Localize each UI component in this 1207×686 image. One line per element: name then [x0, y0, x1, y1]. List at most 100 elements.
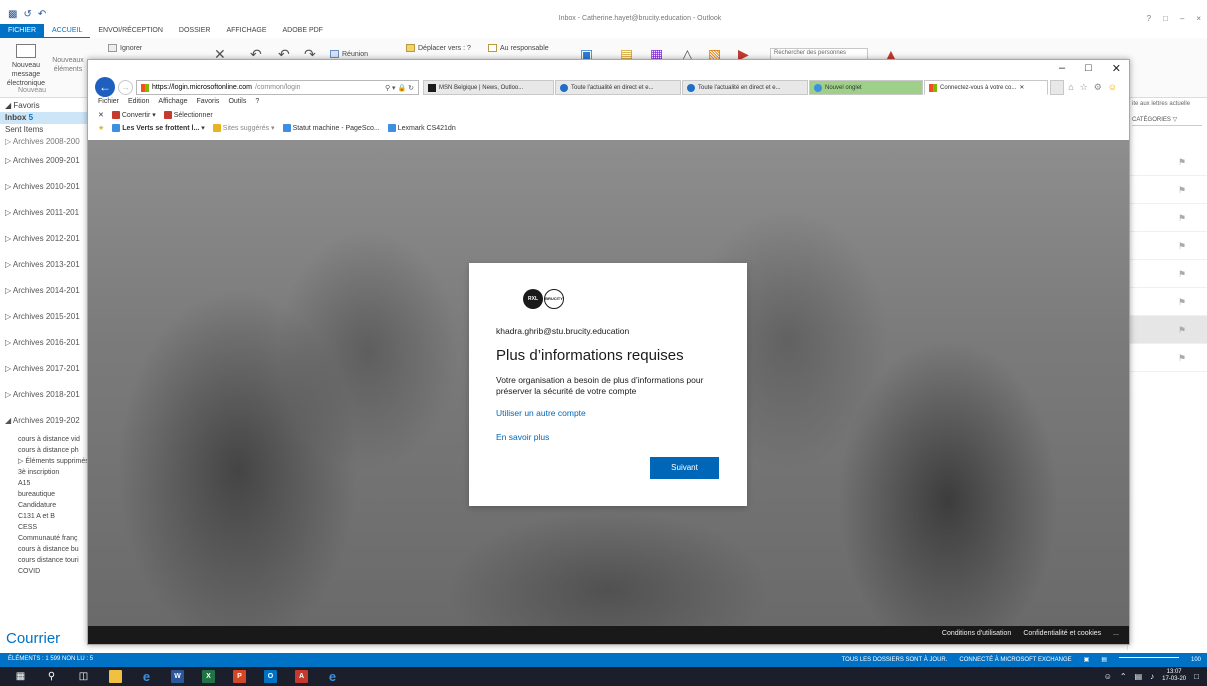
- tab-dossier[interactable]: DOSSIER: [171, 24, 219, 38]
- favorite-link[interactable]: Sites suggérés ▾: [212, 124, 275, 133]
- convert-button[interactable]: Convertir ▾: [111, 111, 156, 120]
- word-icon[interactable]: W: [171, 670, 184, 683]
- favorites-star-icon[interactable]: ★: [98, 124, 104, 132]
- subfolder[interactable]: Candidature: [0, 500, 87, 511]
- menu-affichage[interactable]: Affichage: [158, 98, 187, 105]
- zoom-level[interactable]: 100: [1191, 657, 1201, 663]
- flag-icon[interactable]: ⚑: [1178, 269, 1186, 280]
- close-tab-icon[interactable]: ✕: [1019, 84, 1024, 91]
- tab-fichier[interactable]: FICHIER: [0, 24, 44, 38]
- browser-tab-active[interactable]: Connectez-vous à votre co... ✕: [924, 80, 1048, 95]
- windows-start-icon[interactable]: ▦: [14, 670, 27, 683]
- folder-archive[interactable]: ▷ Archives 2011-201: [0, 200, 87, 226]
- task-view-icon[interactable]: ◫: [77, 670, 90, 683]
- ignore-button[interactable]: Ignorer: [108, 42, 142, 54]
- table-row[interactable]: ⚑: [1128, 344, 1207, 372]
- subfolder[interactable]: C131 A et B: [0, 511, 87, 522]
- subfolder[interactable]: cours à distance bu: [0, 544, 87, 555]
- excel-icon[interactable]: X: [202, 670, 215, 683]
- close-bar-icon[interactable]: ✕: [98, 111, 104, 119]
- ribbon-display-button[interactable]: □: [1163, 14, 1168, 23]
- categories-column-header[interactable]: CATÉGORIES ▽: [1132, 114, 1202, 126]
- address-bar[interactable]: https://login.microsoftonline.com/common…: [136, 80, 419, 95]
- table-row[interactable]: ⚑: [1128, 232, 1207, 260]
- subfolder[interactable]: 3è inscription: [0, 467, 87, 478]
- tray-chevron-icon[interactable]: ⌃: [1120, 672, 1127, 681]
- browser-tab[interactable]: Toute l'actualité en direct et e...: [682, 80, 808, 95]
- tab-adobe-pdf[interactable]: ADOBE PDF: [275, 24, 331, 38]
- subfolder[interactable]: cours distance touri: [0, 555, 87, 566]
- network-icon[interactable]: ▤: [1135, 672, 1143, 681]
- smiley-feedback-icon[interactable]: ☺: [1108, 82, 1117, 93]
- new-items-button[interactable]: Nouveaux éléments: [48, 56, 88, 74]
- table-row[interactable]: ⚑: [1128, 148, 1207, 176]
- menu-help[interactable]: ?: [255, 98, 259, 105]
- new-mail-button[interactable]: Nouveau message électronique: [4, 44, 48, 88]
- forward-button[interactable]: →: [118, 80, 133, 95]
- flag-icon[interactable]: ⚑: [1178, 241, 1186, 252]
- ie-minimize-button[interactable]: –: [1059, 62, 1065, 75]
- favorites-header[interactable]: ◢ Favoris: [0, 100, 87, 112]
- terms-link[interactable]: Conditions d'utilisation: [942, 630, 1011, 637]
- tab-envoi-reception[interactable]: ENVOI/RÉCEPTION: [90, 24, 171, 38]
- move-to-button[interactable]: Déplacer vers : ?: [406, 42, 471, 54]
- subfolder[interactable]: cours à distance ph: [0, 445, 87, 456]
- home-icon[interactable]: ⌂: [1068, 82, 1073, 93]
- subfolder[interactable]: bureautique: [0, 489, 87, 500]
- folder-archive[interactable]: ▷ Archives 2016-201: [0, 330, 87, 356]
- flag-icon[interactable]: ⚑: [1178, 185, 1186, 196]
- subfolder[interactable]: ▷ Éléments supprimés: [0, 456, 87, 467]
- settings-gear-icon[interactable]: ⚙: [1094, 82, 1102, 93]
- menu-favoris[interactable]: Favoris: [196, 98, 219, 105]
- tab-affichage[interactable]: AFFICHAGE: [218, 24, 274, 38]
- normal-view-icon[interactable]: ▣: [1084, 656, 1090, 663]
- folder-archive[interactable]: ▷ Archives 2009-201: [0, 148, 87, 174]
- back-button[interactable]: ←: [95, 77, 115, 97]
- next-button[interactable]: Suivant: [650, 457, 719, 479]
- menu-outils[interactable]: Outils: [228, 98, 246, 105]
- table-row[interactable]: ⚑: [1128, 316, 1207, 344]
- access-icon[interactable]: A: [295, 670, 308, 683]
- flag-icon[interactable]: ⚑: [1178, 157, 1186, 168]
- browser-tab[interactable]: Nouvel onglet: [809, 80, 923, 95]
- volume-icon[interactable]: ♪: [1150, 672, 1154, 681]
- folder-sent-items[interactable]: Sent Items: [0, 124, 87, 136]
- table-row[interactable]: ⚑: [1128, 176, 1207, 204]
- folder-archive[interactable]: ▷ Archives 2008-200: [0, 136, 87, 148]
- ie-close-button[interactable]: ✕: [1112, 62, 1121, 75]
- flag-icon[interactable]: ⚑: [1178, 297, 1186, 308]
- folder-archive[interactable]: ▷ Archives 2010-201: [0, 174, 87, 200]
- browser-tab[interactable]: Toute l'actualité en direct et e...: [555, 80, 681, 95]
- select-button[interactable]: Sélectionner: [163, 111, 213, 120]
- flag-icon[interactable]: ⚑: [1178, 353, 1186, 364]
- ie-taskbar-icon-2[interactable]: e: [326, 670, 339, 683]
- table-row[interactable]: ⚑: [1128, 288, 1207, 316]
- send-receive-icon[interactable]: ↺: [23, 9, 31, 20]
- close-button[interactable]: ×: [1196, 14, 1201, 23]
- undo-icon[interactable]: ↶: [38, 9, 46, 20]
- ie-maximize-button[interactable]: □: [1085, 62, 1092, 75]
- subfolder[interactable]: cours à distance vid: [0, 434, 87, 445]
- to-manager-button[interactable]: Au responsable: [488, 42, 549, 54]
- favorite-link[interactable]: Statut machine - PageSco...: [282, 124, 380, 133]
- subfolder[interactable]: A15: [0, 478, 87, 489]
- folder-archive[interactable]: ▷ Archives 2014-201: [0, 278, 87, 304]
- minimize-button[interactable]: –: [1180, 14, 1184, 23]
- menu-fichier[interactable]: Fichier: [98, 98, 119, 105]
- subfolder[interactable]: CESS: [0, 522, 87, 533]
- folder-archive[interactable]: ▷ Archives 2018-201: [0, 382, 87, 408]
- more-options-button[interactable]: ...: [1113, 630, 1119, 637]
- folder-inbox[interactable]: Inbox 5: [0, 112, 87, 124]
- flag-icon[interactable]: ⚑: [1178, 213, 1186, 224]
- outlook-taskbar-icon[interactable]: O: [264, 670, 277, 683]
- folder-archive[interactable]: ▷ Archives 2015-201: [0, 304, 87, 330]
- privacy-link[interactable]: Confidentialité et cookies: [1023, 630, 1101, 637]
- address-controls[interactable]: ⚲ ▾ 🔒 ↻: [385, 84, 414, 92]
- favorite-link[interactable]: Lexmark CS421dn: [387, 124, 456, 133]
- notifications-icon[interactable]: □: [1194, 672, 1199, 681]
- menu-edition[interactable]: Edition: [128, 98, 149, 105]
- search-scope-hint[interactable]: ite aux lettres actuelle: [1128, 98, 1207, 110]
- use-another-account-link[interactable]: Utiliser un autre compte: [496, 408, 586, 418]
- folder-archive[interactable]: ▷ Archives 2017-201: [0, 356, 87, 382]
- table-row[interactable]: ⚑: [1128, 204, 1207, 232]
